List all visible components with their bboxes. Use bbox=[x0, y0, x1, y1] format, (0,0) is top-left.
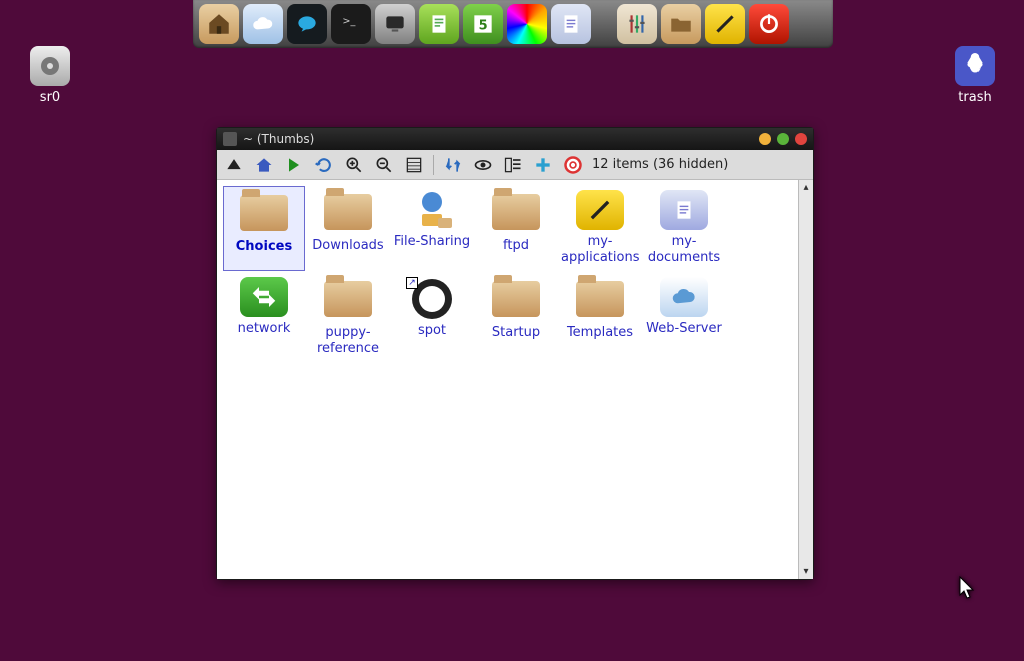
details-view-button[interactable] bbox=[502, 154, 524, 176]
file-item-label: Templates bbox=[561, 325, 639, 341]
web-server-icon bbox=[660, 277, 708, 317]
spot-icon: ↗ bbox=[408, 279, 456, 319]
file-item-label: network bbox=[225, 321, 303, 337]
file-item-spot[interactable]: ↗ spot bbox=[391, 273, 473, 362]
file-item-label: my-documents bbox=[645, 234, 723, 265]
file-item-downloads[interactable]: Downloads bbox=[307, 186, 389, 271]
file-item-my-documents[interactable]: my-documents bbox=[643, 186, 725, 271]
scrollbar[interactable]: ▴ ▾ bbox=[798, 180, 813, 579]
refresh-button[interactable] bbox=[313, 154, 335, 176]
desktop-icon-label: trash bbox=[935, 90, 1015, 105]
power-icon[interactable] bbox=[749, 4, 789, 44]
file-item-my-applications[interactable]: my-applications bbox=[559, 186, 641, 271]
ruler-icon[interactable] bbox=[705, 4, 745, 44]
file-item-label: Web-Server bbox=[645, 321, 723, 337]
folder-icon bbox=[324, 281, 372, 317]
file-item-file-sharing[interactable]: File-Sharing bbox=[391, 186, 473, 271]
add-button[interactable] bbox=[532, 154, 554, 176]
monitor-icon[interactable] bbox=[375, 4, 415, 44]
file-item-choices[interactable]: Choices bbox=[223, 186, 305, 271]
help-button[interactable] bbox=[562, 154, 584, 176]
minimize-button[interactable] bbox=[759, 133, 771, 145]
scroll-up-button[interactable]: ▴ bbox=[799, 180, 813, 195]
folder-icon bbox=[576, 281, 624, 317]
status-text: 12 items (36 hidden) bbox=[592, 157, 728, 172]
trash-icon: ♻ bbox=[955, 46, 995, 86]
titlebar[interactable]: ~ (Thumbs) bbox=[217, 128, 813, 150]
file-item-label: spot bbox=[393, 323, 471, 339]
svg-text:♻: ♻ bbox=[969, 59, 983, 77]
zoom-out-button[interactable] bbox=[373, 154, 395, 176]
document-icon[interactable] bbox=[551, 4, 591, 44]
apps-icon bbox=[576, 190, 624, 230]
desktop-icon-trash[interactable]: ♻ trash bbox=[935, 46, 1015, 105]
chat-icon[interactable] bbox=[287, 4, 327, 44]
window-icon bbox=[223, 132, 237, 146]
home-button[interactable] bbox=[253, 154, 275, 176]
file-item-label: my-applications bbox=[561, 234, 639, 265]
mixer-icon[interactable] bbox=[617, 4, 657, 44]
sort-button[interactable] bbox=[442, 154, 464, 176]
text-editor-icon[interactable] bbox=[419, 4, 459, 44]
file-item-label: Startup bbox=[477, 325, 555, 341]
file-item-web-server[interactable]: Web-Server bbox=[643, 273, 725, 362]
folder-icon[interactable] bbox=[661, 4, 701, 44]
file-item-templates[interactable]: Templates bbox=[559, 273, 641, 362]
file-manager-window: ~ (Thumbs) 12 items (36 hidden) Choices bbox=[216, 127, 814, 580]
toolbar: 12 items (36 hidden) bbox=[217, 150, 813, 180]
folder-icon bbox=[492, 194, 540, 230]
toolbar-separator bbox=[433, 155, 434, 175]
file-grid: Choices Downloads File-Sharing ftpd my-a… bbox=[217, 180, 798, 579]
folder-icon bbox=[324, 194, 372, 230]
list-view-button[interactable] bbox=[403, 154, 425, 176]
cursor-icon bbox=[959, 576, 977, 605]
file-item-label: Downloads bbox=[309, 238, 387, 254]
files-icon[interactable] bbox=[199, 4, 239, 44]
file-item-label: ftpd bbox=[477, 238, 555, 254]
up-button[interactable] bbox=[223, 154, 245, 176]
file-item-label: Choices bbox=[226, 239, 302, 255]
disc-icon bbox=[30, 46, 70, 86]
close-button[interactable] bbox=[795, 133, 807, 145]
share-icon bbox=[408, 190, 456, 230]
file-item-label: puppy-reference bbox=[309, 325, 387, 356]
spreadsheet-icon[interactable]: 5 bbox=[463, 4, 503, 44]
network-icon bbox=[240, 277, 288, 317]
color-settings-icon[interactable] bbox=[507, 4, 547, 44]
dock: >_ 5 bbox=[193, 0, 833, 48]
file-item-network[interactable]: network bbox=[223, 273, 305, 362]
zoom-in-button[interactable] bbox=[343, 154, 365, 176]
window-title: ~ (Thumbs) bbox=[243, 132, 314, 146]
file-item-label: File-Sharing bbox=[393, 234, 471, 250]
desktop-icon-label: sr0 bbox=[10, 90, 90, 105]
show-hidden-button[interactable] bbox=[472, 154, 494, 176]
folder-icon bbox=[240, 195, 288, 231]
terminal-icon[interactable]: >_ bbox=[331, 4, 371, 44]
maximize-button[interactable] bbox=[777, 133, 789, 145]
file-item-ftpd[interactable]: ftpd bbox=[475, 186, 557, 271]
svg-text:>_: >_ bbox=[342, 16, 355, 27]
folder-icon bbox=[492, 281, 540, 317]
symlink-badge: ↗ bbox=[406, 277, 418, 289]
desktop-icon-sr0[interactable]: sr0 bbox=[10, 46, 90, 105]
file-item-startup[interactable]: Startup bbox=[475, 273, 557, 362]
svg-text:5: 5 bbox=[479, 18, 488, 33]
forward-button[interactable] bbox=[283, 154, 305, 176]
cloud-icon[interactable] bbox=[243, 4, 283, 44]
scroll-down-button[interactable]: ▾ bbox=[799, 564, 813, 579]
file-item-puppy-reference[interactable]: puppy-reference bbox=[307, 273, 389, 362]
documents-icon bbox=[660, 190, 708, 230]
